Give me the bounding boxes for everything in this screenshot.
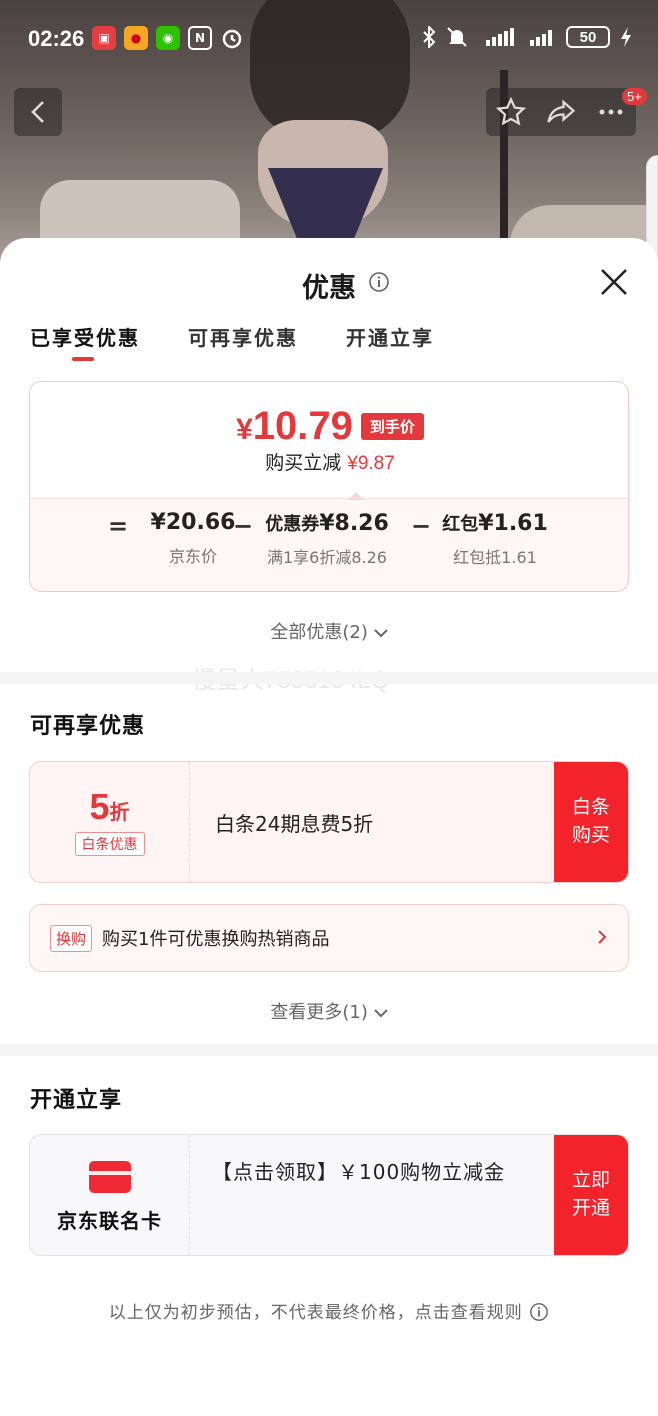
signal-icon-2 [530,30,552,46]
promo-tabs: 已享受优惠 可再享优惠 开通立享 [30,322,434,361]
price-summary-card: ¥ 10.79 到手价 购买立减 ¥9.87 = ¥20.66 京东价 − 优惠… [29,381,629,592]
final-price: ¥ 10.79 到手价 [30,404,630,449]
battery-indicator: 50 [566,26,610,48]
all-promos-toggle[interactable]: 全部优惠(2) [0,618,658,644]
redpacket-amount: ¥1.61 [478,511,548,536]
see-more-label: 查看更多(1) [270,1002,368,1023]
instant-reduction: 购买立减 ¥9.87 [30,448,630,475]
breakdown-redpacket: 红包¥1.61 红包抵1.61 [440,510,550,568]
baitiao-discount: 5折 [30,786,189,828]
credit-card-icon [88,1161,131,1193]
promotions-sheet: 优惠 已享受优惠 可再享优惠 开通立享 ¥ 10.79 到手价 购买立减 ¥9.… [0,238,658,1416]
price-breakdown: = ¥20.66 京东价 − 优惠券¥8.26 满1享6折减8.26 − 红包¥… [30,510,630,580]
redpacket-desc: 红包抵1.61 [453,548,537,567]
section-separator [0,672,658,684]
disclaimer[interactable]: 以上仅为初步预估，不代表最终价格，点击查看规则 [0,1298,658,1323]
more-promos-title: 可再享优惠 [30,714,146,739]
open-now-title: 开通立享 [30,1088,123,1113]
chevron-left-icon [31,101,44,123]
section-separator-2 [0,1044,658,1056]
nfc-icon: N [188,26,212,50]
cobrand-card-desc: 【点击领取】￥100购物立减金 [212,1160,506,1184]
breakdown-jd-price: ¥20.66 京东价 [138,510,248,567]
share-icon[interactable] [546,97,576,127]
coupon-amount: ¥8.26 [319,511,389,536]
weibo-icon: ● [124,26,148,50]
tab-open-now[interactable]: 开通立享 [346,322,434,351]
notification-icons: ▣ ● ◉ N [92,26,244,50]
top-actions [486,88,636,136]
discount-number: 5 [89,786,110,827]
bluetooth-icon [423,26,436,48]
notification-badge: 5+ [622,88,647,105]
reduction-label: 购买立减 [265,452,342,474]
status-bar: 02:26 ▣ ● ◉ N 50 [0,0,658,80]
info-icon [530,1303,549,1321]
exchange-promo-row[interactable]: 换购 购买1件可优惠换购热销商品 [29,904,629,972]
reduction-amount: ¥9.87 [347,453,395,474]
minus-sign-1: − [233,512,254,540]
redpacket-value: 红包¥1.61 [440,510,550,536]
jd-price-value: ¥20.66 [150,510,236,535]
exchange-tag: 换购 [50,924,93,952]
status-time: 02:26 [28,26,85,51]
disclaimer-text: 以上仅为初步预估，不代表最终价格，点击查看规则 [108,1303,523,1323]
divider [30,498,628,499]
breakdown-coupon: 优惠券¥8.26 满1享6折减8.26 [262,510,392,568]
star-icon[interactable] [496,97,526,127]
close-icon[interactable] [596,264,632,300]
baitiao-buy-button[interactable]: 白条购买 [554,762,628,882]
wechat-icon: ◉ [156,26,180,50]
cobrand-card-label: 京东联名卡 [57,1209,162,1233]
baitiao-discount-box: 5折 白条优惠 [30,762,190,882]
system-icons: 50 [422,26,632,48]
coupon-value: 优惠券¥8.26 [262,510,392,536]
mute-icon [447,27,467,47]
product-image-figure-garment [268,168,383,238]
info-icon[interactable] [368,271,390,293]
alarm-icon [220,26,244,50]
signal-icon [486,28,514,46]
chevron-right-icon [598,930,607,944]
equals-sign: = [108,512,129,540]
tab-more-available[interactable]: 可再享优惠 [188,322,298,351]
currency-symbol: ¥ [236,413,253,446]
see-more-toggle[interactable]: 查看更多(1) [0,998,658,1024]
open-now-button[interactable]: 立即开通 [554,1135,628,1255]
back-button[interactable] [14,88,62,136]
charging-icon [621,27,631,47]
more-icon[interactable] [596,97,626,127]
discount-unit: 折 [109,802,130,824]
cobrand-card-promo[interactable]: 京东联名卡 【点击领取】￥100购物立减金 立即开通 [29,1134,629,1256]
final-price-tag: 到手价 [360,413,424,440]
coupon-label: 优惠券 [265,514,320,535]
chevron-down-icon [373,1009,388,1018]
baitiao-tag: 白条优惠 [74,832,145,856]
minus-sign-2: − [411,512,432,540]
exchange-desc: 购买1件可优惠换购热销商品 [102,929,330,950]
final-price-amount: 10.79 [252,404,353,448]
jd-price-label: 京东价 [168,547,217,566]
cobrand-card-box: 京东联名卡 [30,1135,190,1255]
shopping-app-icon: ▣ [92,26,116,50]
all-promos-label: 全部优惠(2) [270,622,368,643]
redpacket-label: 红包 [442,514,479,535]
sheet-title: 优惠 [302,273,356,304]
tab-enjoyed[interactable]: 已享受优惠 [30,322,140,361]
chevron-down-icon [373,629,388,638]
baitiao-desc: 白条24期息费5折 [215,811,374,836]
baitiao-promo-card[interactable]: 5折 白条优惠 白条24期息费5折 白条购买 [29,761,629,883]
coupon-desc: 满1享6折减8.26 [267,548,387,567]
